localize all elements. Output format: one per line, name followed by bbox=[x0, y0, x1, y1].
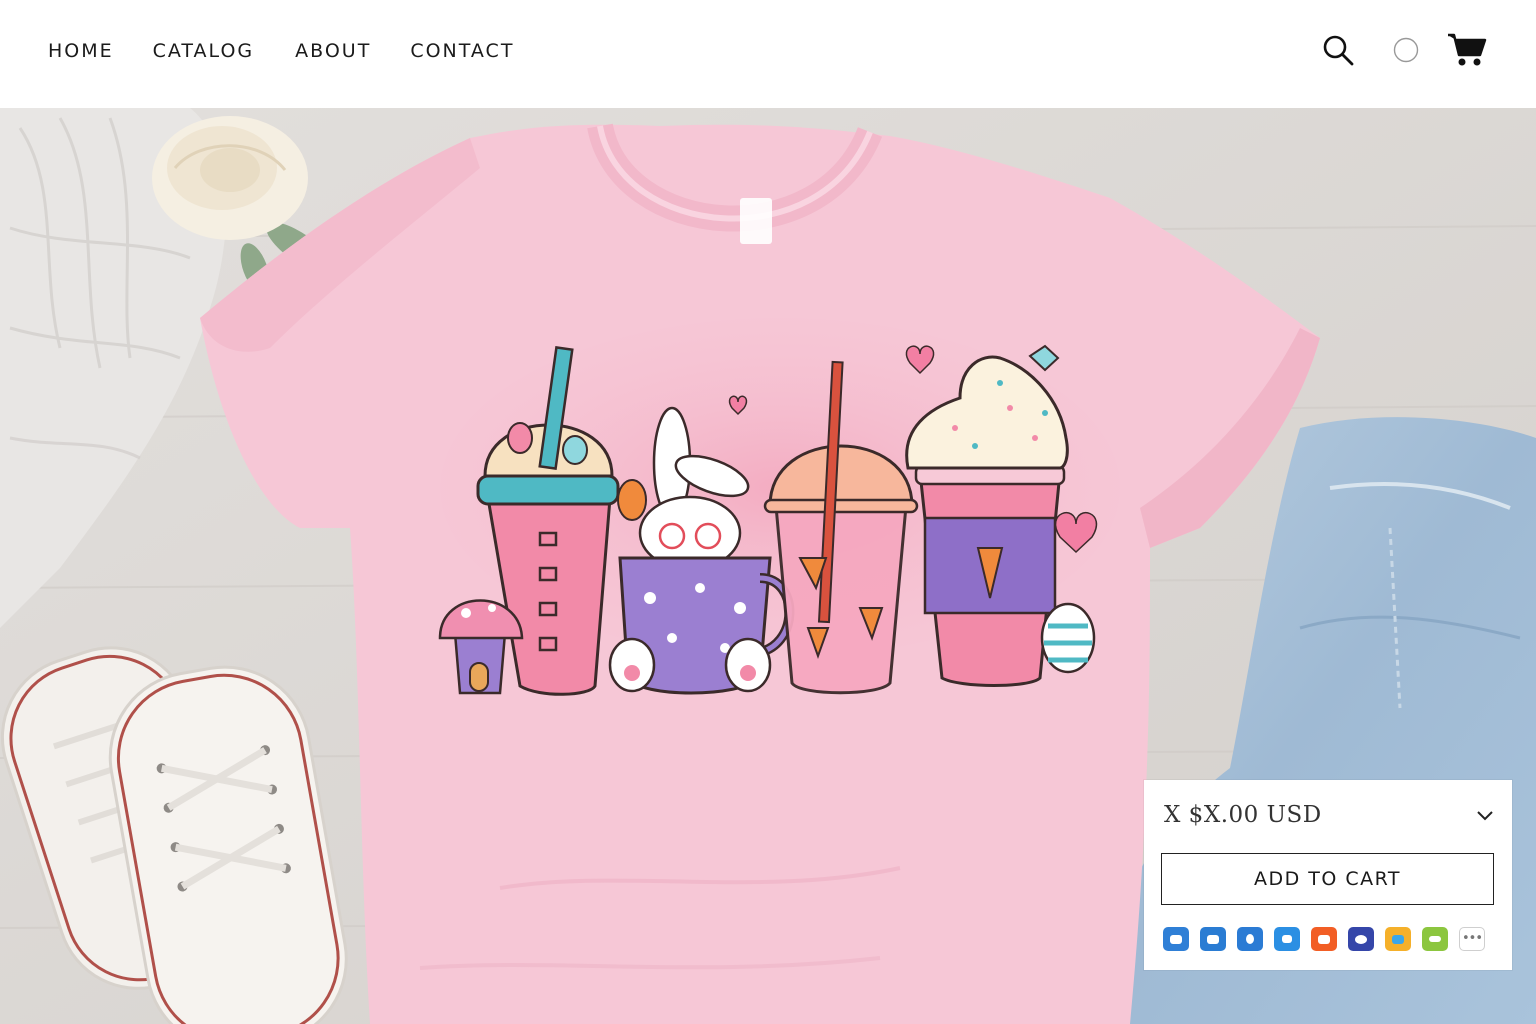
price-label: X $X.00 USD bbox=[1164, 802, 1322, 828]
site-header: HOME CATALOG ABOUT CONTACT bbox=[0, 0, 1536, 108]
chevron-down-icon bbox=[1477, 811, 1493, 821]
nav-about[interactable]: ABOUT bbox=[295, 38, 371, 64]
share-icon-6[interactable] bbox=[1348, 927, 1374, 951]
account-icon[interactable] bbox=[1392, 36, 1420, 64]
add-to-cart-label: ADD TO CART bbox=[1253, 868, 1402, 890]
share-icon-5[interactable] bbox=[1311, 927, 1337, 951]
share-icon-2[interactable] bbox=[1200, 927, 1226, 951]
more-share-icon[interactable]: ••• bbox=[1459, 927, 1485, 951]
share-icon-3[interactable] bbox=[1237, 927, 1263, 951]
purchase-panel: X $X.00 USD ADD TO CART ••• bbox=[1144, 780, 1512, 970]
cart-icon[interactable] bbox=[1446, 30, 1488, 70]
price-variant-select[interactable]: X $X.00 USD bbox=[1164, 794, 1494, 836]
easter-drinks-print bbox=[438, 318, 1120, 696]
share-icon-1[interactable] bbox=[1163, 927, 1189, 951]
share-icon-7[interactable] bbox=[1385, 927, 1411, 951]
search-icon[interactable] bbox=[1322, 31, 1356, 69]
share-buttons: ••• bbox=[1163, 927, 1496, 951]
nav-home[interactable]: HOME bbox=[48, 38, 114, 64]
main-nav: HOME CATALOG ABOUT CONTACT bbox=[48, 38, 552, 64]
share-icon-8[interactable] bbox=[1422, 927, 1448, 951]
add-to-cart-button[interactable]: ADD TO CART bbox=[1161, 853, 1494, 905]
header-actions bbox=[1322, 30, 1488, 70]
nav-catalog[interactable]: CATALOG bbox=[153, 38, 255, 64]
share-icon-4[interactable] bbox=[1274, 927, 1300, 951]
nav-contact[interactable]: CONTACT bbox=[410, 38, 514, 64]
